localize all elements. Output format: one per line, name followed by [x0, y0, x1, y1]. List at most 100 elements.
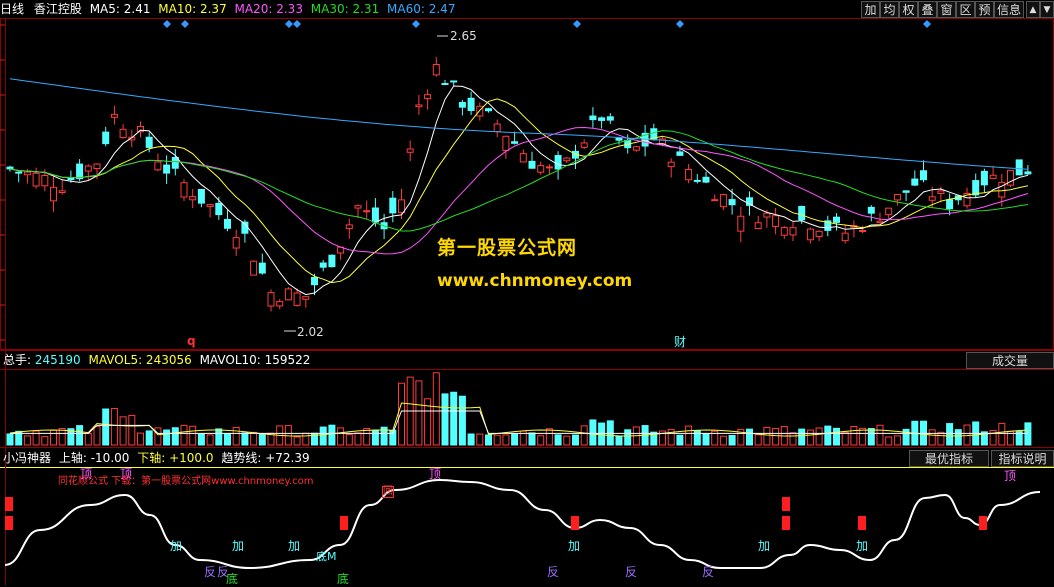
signal-diamond-marker	[285, 20, 293, 28]
volume-bar	[337, 427, 345, 446]
volume-bar	[345, 433, 353, 446]
candle-body	[145, 136, 153, 148]
volume-bar	[998, 422, 1006, 446]
promo-text: 同花顺公式 下载：第一股票公式网www.chnmoney.com	[58, 476, 314, 487]
volume-bar	[215, 428, 223, 446]
candle-body	[937, 190, 945, 194]
volume-bar	[563, 435, 571, 446]
candle-body	[258, 262, 266, 274]
candle-body	[6, 166, 14, 170]
volume-bar	[615, 435, 623, 446]
candle-body	[946, 199, 954, 210]
volume-bar	[119, 416, 127, 446]
volume-bar	[432, 372, 440, 446]
candle-body	[789, 227, 797, 236]
candle-body	[32, 172, 40, 187]
stock-chart[interactable]	[0, 0, 1054, 585]
candle-body	[772, 215, 780, 227]
volume-bar	[719, 435, 727, 446]
volume-bar	[528, 432, 536, 446]
candle-body	[1024, 171, 1032, 175]
candle-body	[276, 301, 284, 307]
candle-body	[267, 292, 275, 307]
indicator-header: 小冯神器 上轴: -10.00 下轴: +100.0 趋势线: +72.39	[0, 449, 310, 467]
candle-body	[84, 165, 92, 172]
volume-bar	[685, 425, 693, 446]
candle-body	[328, 254, 336, 268]
watermark-url: www.chnmoney.com	[437, 271, 633, 291]
volume-bar	[171, 427, 179, 446]
volume-bar	[859, 427, 867, 446]
indicator-help-button[interactable]: 指标说明	[991, 450, 1054, 467]
volume-bar	[824, 425, 832, 446]
candle-body	[15, 171, 23, 174]
candle-body	[284, 288, 292, 301]
volume-bar	[180, 424, 188, 446]
candle-body	[563, 157, 571, 162]
candle-body	[754, 222, 762, 229]
candle-body	[137, 125, 144, 133]
mavol10-label: MAVOL10: 159522	[199, 353, 311, 367]
candle-body	[41, 175, 49, 187]
candle-body	[302, 296, 310, 300]
volume-bar	[493, 434, 501, 446]
volume-bar	[250, 431, 258, 446]
signal-label-dim: 底M	[316, 550, 337, 563]
candle-body	[632, 146, 640, 151]
q-marker: q	[187, 334, 196, 348]
candle-body	[371, 207, 379, 223]
volume-bar	[137, 432, 144, 446]
volume-bar	[841, 431, 849, 446]
volume-bar	[58, 428, 66, 446]
signal-label-jia-1: 加	[170, 539, 183, 553]
candle-body	[554, 155, 562, 170]
candle-body	[876, 220, 884, 224]
candle-body	[424, 94, 432, 100]
candle-body	[867, 206, 875, 214]
volume-bar	[102, 408, 110, 446]
candle-body	[215, 202, 223, 216]
total-volume-value: 245190	[34, 353, 81, 367]
best-indicator-button[interactable]: 最优指标	[909, 450, 989, 467]
signal-block	[782, 497, 790, 511]
volume-bar	[798, 428, 806, 446]
candle-body	[493, 123, 501, 133]
finance-marker[interactable]: 财	[674, 333, 686, 350]
candle-body	[806, 228, 814, 241]
candle-body	[450, 80, 458, 83]
candle-body	[693, 179, 701, 182]
candle-body	[833, 216, 840, 223]
candle-body	[893, 194, 901, 201]
volume-bar	[937, 431, 945, 446]
volume-bar	[458, 395, 466, 446]
signal-label-ding-1: 顶	[80, 467, 93, 481]
volume-bar	[441, 393, 449, 446]
indicator-name: 小冯神器	[3, 451, 52, 465]
candle-body	[511, 141, 519, 144]
candle-body	[250, 260, 258, 276]
volume-tab[interactable]: 成交量	[966, 352, 1054, 369]
candle-body	[815, 230, 823, 237]
volume-bar	[580, 425, 588, 446]
candle-body	[398, 199, 405, 214]
volume-bar	[197, 433, 205, 446]
volume-bar	[815, 427, 823, 446]
trend-line-value: +72.39	[265, 451, 310, 465]
candle-body	[615, 137, 623, 141]
upper-axis-label: 上轴:	[58, 451, 87, 465]
volume-header: 总手: 245190 MAVOL5: 243056 MAVOL10: 15952…	[0, 351, 310, 369]
mavol5-line	[9, 402, 1028, 437]
candle-body	[363, 210, 371, 213]
volume-bar	[41, 436, 49, 446]
candle-body	[206, 204, 214, 207]
candle-body	[537, 165, 545, 173]
candle-body	[667, 161, 675, 168]
candle-body	[485, 108, 492, 112]
candle-body	[23, 171, 31, 176]
candle-body	[171, 156, 179, 169]
candle-body	[589, 115, 597, 121]
candle-body	[110, 113, 118, 118]
candle-body	[841, 232, 849, 242]
volume-bar	[241, 432, 249, 446]
trend-curve	[4, 478, 1041, 570]
